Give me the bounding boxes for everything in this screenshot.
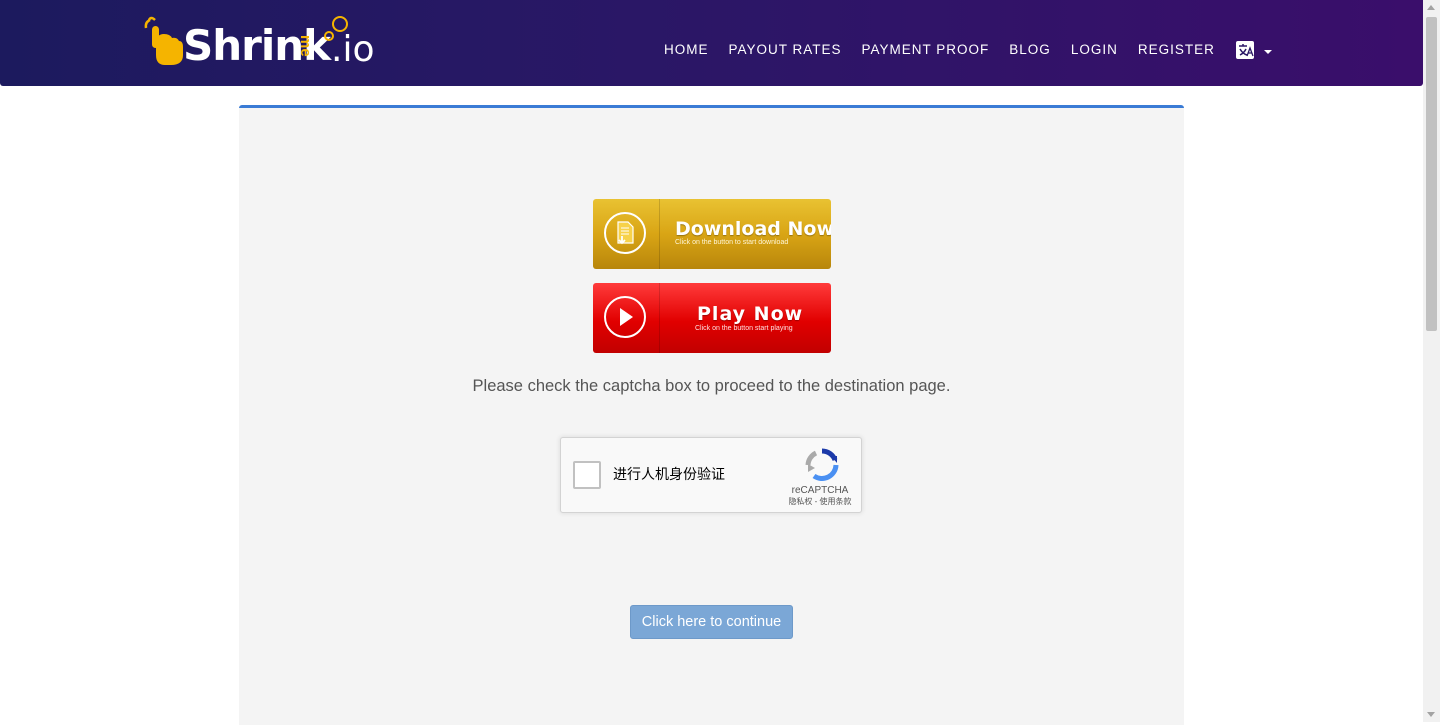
recaptcha-privacy-link[interactable]: 隐私权 [788,497,812,506]
nav-register[interactable]: REGISTER [1138,42,1215,58]
content-panel: Download Now Click on the button to star… [239,105,1184,725]
main-nav: HOME PAYOUT RATES PAYMENT PROOF BLOG LOG… [664,42,1235,58]
recaptcha-terms-link[interactable]: 使用条款 [820,497,852,506]
ad-icon-box [593,283,660,353]
ad-icon-circle [604,296,646,338]
nav-payout-rates[interactable]: PAYOUT RATES [729,42,842,58]
language-dropdown[interactable] [1235,40,1275,62]
nav-login[interactable]: LOGIN [1071,42,1118,58]
ad-icon-circle [604,212,646,254]
scroll-up-arrow-icon[interactable] [1427,5,1435,10]
page-scrollbar[interactable] [1423,0,1440,722]
scroll-down-arrow-icon[interactable] [1427,712,1435,717]
pointing-hand-icon [144,16,183,65]
recaptcha-widget: 进行人机身份验证 reCAPTCHA 隐私权 - 使用条款 [560,437,862,513]
recaptcha-link-separator: - [812,497,820,506]
recaptcha-checkbox[interactable] [573,461,601,489]
nav-payment-proof[interactable]: PAYMENT PROOF [862,42,990,58]
logo-io: .io [331,29,375,70]
play-icon [620,308,633,326]
continue-button[interactable]: Click here to continue [630,605,793,639]
recaptcha-links: 隐私权 - 使用条款 [781,497,859,506]
logo-me: me [297,35,314,57]
shrinkme-logo[interactable]: Shrink me .io [143,14,375,70]
download-now-title: Download Now [675,218,831,240]
document-download-icon [617,221,634,245]
translate-icon [1236,41,1272,59]
ad-icon-box [593,199,660,269]
nav-home[interactable]: HOME [664,42,709,58]
scrollbar-thumb[interactable] [1426,17,1437,331]
recaptcha-brand: reCAPTCHA [791,485,849,496]
nav-blog[interactable]: BLOG [1009,42,1051,58]
download-now-subtitle: Click on the button to start download [675,239,789,246]
play-now-ad[interactable]: Play Now Click on the button start playi… [593,283,831,353]
site-header: Shrink me .io HOME PAYOUT RATES PAYMENT … [0,0,1423,86]
captcha-instructions: Please check the captcha box to proceed … [472,377,951,395]
play-now-title: Play Now [697,303,804,325]
play-now-subtitle: Click on the button start playing [695,325,793,332]
download-now-ad[interactable]: Download Now Click on the button to star… [593,199,831,269]
recaptcha-logo-icon [805,448,839,482]
recaptcha-label: 进行人机身份验证 [613,467,725,483]
